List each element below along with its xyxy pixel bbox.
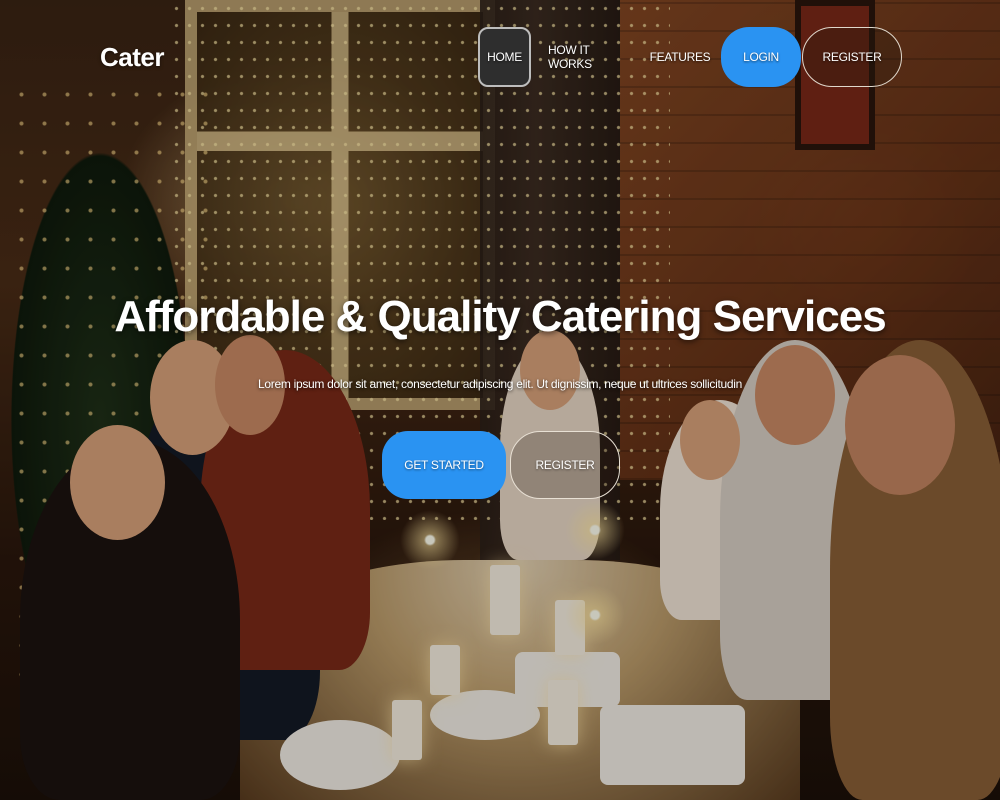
brand-logo[interactable]: Cater (100, 42, 164, 73)
hero-register-button[interactable]: REGISTER (510, 431, 620, 499)
nav-home-button[interactable]: HOME (478, 27, 531, 87)
hero-title: Affordable & Quality Catering Services (114, 292, 886, 341)
hero-background-image (0, 0, 1000, 800)
nav-login-button[interactable]: LOGIN (721, 27, 801, 87)
navbar: Cater HOME HOW IT WORKS FEATURES LOGIN R… (0, 0, 1000, 115)
get-started-button[interactable]: GET STARTED (382, 431, 506, 499)
dark-overlay (0, 0, 1000, 800)
hero-subtitle: Lorem ipsum dolor sit amet, consectetur … (258, 377, 742, 391)
nav-features-link[interactable]: FEATURES (650, 27, 711, 87)
nav-how-it-works-link[interactable]: HOW IT WORKS (548, 27, 628, 87)
nav-register-button[interactable]: REGISTER (802, 27, 902, 87)
